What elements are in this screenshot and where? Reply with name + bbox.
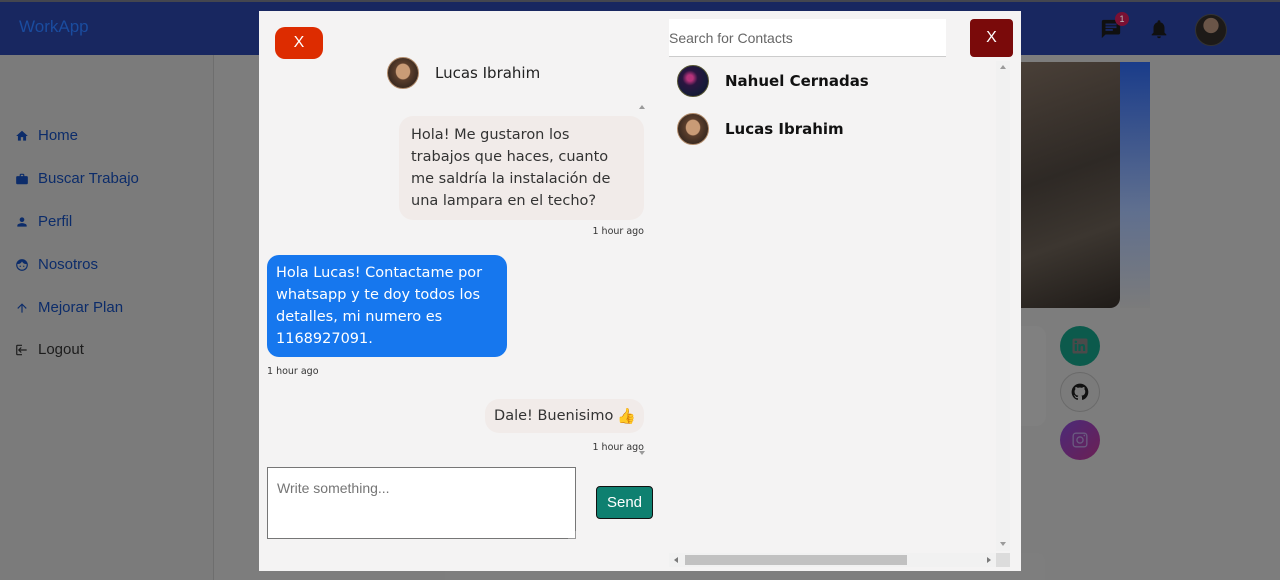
contact-avatar: [677, 65, 709, 97]
contacts-vertical-scrollbar[interactable]: [996, 61, 1010, 551]
scroll-right-icon[interactable]: [987, 557, 991, 563]
close-chat-button[interactable]: X: [275, 27, 323, 59]
contact-list: Nahuel Cernadas Lucas Ibrahim: [669, 63, 995, 553]
sidebar-item-logout[interactable]: Logout: [15, 341, 84, 358]
profile-banner: [1120, 62, 1150, 308]
scrollbar-corner: [996, 553, 1010, 567]
notification-badge: 1: [1115, 12, 1129, 26]
incoming-message: Dale! Buenisimo 👍: [485, 399, 644, 433]
sidebar-item-label: Home: [38, 127, 79, 144]
arrow-up-icon: [17, 302, 27, 313]
sidebar-item-mejorar-plan[interactable]: Mejorar Plan: [15, 299, 123, 316]
person-icon: [17, 216, 27, 227]
brand-logo[interactable]: WorkApp: [19, 17, 89, 37]
scroll-down-icon[interactable]: [639, 451, 645, 455]
scroll-up-icon[interactable]: [1000, 65, 1006, 69]
chat-contact-name: Lucas Ibrahim: [435, 64, 541, 82]
chat-header: Lucas Ibrahim: [387, 57, 540, 89]
linkedin-button[interactable]: [1060, 326, 1100, 366]
github-button[interactable]: [1060, 372, 1100, 412]
close-contacts-button[interactable]: X: [970, 19, 1013, 57]
scroll-down-icon[interactable]: [1000, 542, 1006, 546]
message-text: Dale! Buenisimo: [494, 408, 614, 424]
message-timestamp: 1 hour ago: [267, 366, 319, 377]
profile-card: [1019, 326, 1046, 426]
contact-avatar: [387, 57, 419, 89]
message-list[interactable]: Hola! Me gustaron los trabajos que haces…: [267, 103, 644, 463]
message-input[interactable]: Write something...: [267, 467, 576, 539]
resize-handle-icon[interactable]: [568, 531, 576, 539]
sidebar: Home Buscar Trabajo Perfil Nosotros Mejo…: [0, 55, 214, 580]
sidebar-item-nosotros[interactable]: Nosotros: [15, 256, 98, 273]
instagram-icon: [1072, 432, 1088, 448]
user-avatar[interactable]: [1195, 14, 1227, 46]
scroll-left-icon[interactable]: [674, 557, 678, 563]
contact-item[interactable]: Lucas Ibrahim: [677, 113, 844, 145]
contact-item[interactable]: Nahuel Cernadas: [677, 65, 869, 97]
contact-avatar: [677, 113, 709, 145]
face-icon: [16, 258, 28, 271]
profile-photo: [1019, 62, 1120, 308]
incoming-message: Hola! Me gustaron los trabajos que haces…: [399, 116, 644, 220]
send-button[interactable]: Send: [596, 486, 653, 519]
scrollbar-thumb[interactable]: [685, 555, 907, 565]
contact-name: Nahuel Cernadas: [725, 72, 869, 90]
messages-scrollbar[interactable]: [635, 101, 649, 461]
linkedin-icon: [1072, 338, 1088, 354]
home-icon: [16, 130, 28, 141]
sidebar-item-label: Buscar Trabajo: [38, 170, 139, 187]
github-icon: [1071, 383, 1089, 400]
sidebar-item-buscar-trabajo[interactable]: Buscar Trabajo: [15, 170, 139, 187]
sidebar-item-label: Logout: [38, 341, 84, 358]
outgoing-message: Hola Lucas! Contactame por whatsapp y te…: [267, 255, 507, 357]
contacts-horizontal-scrollbar[interactable]: [669, 553, 996, 567]
bell-icon[interactable]: [1146, 16, 1172, 42]
scroll-up-icon[interactable]: [639, 105, 645, 109]
logout-icon: [16, 344, 27, 355]
sidebar-item-label: Perfil: [38, 213, 73, 230]
sidebar-item-perfil[interactable]: Perfil: [15, 213, 72, 230]
contact-name: Lucas Ibrahim: [725, 120, 844, 138]
instagram-button[interactable]: [1060, 420, 1100, 460]
sidebar-item-home[interactable]: Home: [15, 127, 78, 144]
contact-search-input[interactable]: Search for Contacts: [669, 19, 946, 57]
briefcase-icon: [16, 173, 28, 184]
sidebar-item-label: Mejorar Plan: [38, 299, 124, 316]
thumbs-up-emoji: 👍: [617, 407, 636, 425]
chat-modal: X Lucas Ibrahim Hola! Me gustaron los tr…: [259, 11, 1021, 571]
sidebar-item-label: Nosotros: [38, 256, 99, 273]
